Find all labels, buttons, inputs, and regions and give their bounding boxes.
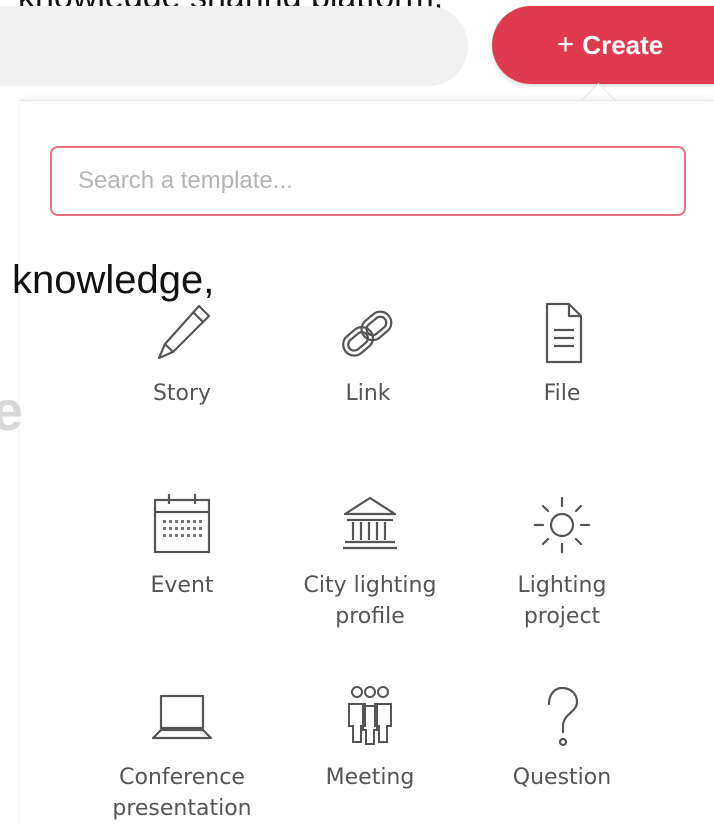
template-conference-presentation[interactable]: Conference presentation bbox=[92, 682, 272, 824]
template-link[interactable]: Link bbox=[278, 298, 458, 409]
page-faded-fragment: e bbox=[0, 379, 24, 442]
page-body-fragment: knowledge, bbox=[12, 258, 215, 302]
create-button-label: Create bbox=[582, 29, 664, 60]
template-label: Lighting project bbox=[517, 573, 607, 629]
sun-icon bbox=[533, 496, 591, 554]
template-lighting-project[interactable]: Lighting project bbox=[472, 490, 652, 632]
template-story[interactable]: Story bbox=[92, 298, 272, 409]
plus-icon: + bbox=[556, 28, 575, 61]
global-search-bar[interactable] bbox=[0, 6, 468, 86]
template-file[interactable]: File bbox=[472, 298, 652, 409]
template-label: File bbox=[543, 381, 581, 406]
chain-link-icon bbox=[342, 310, 393, 357]
document-icon bbox=[545, 302, 583, 364]
template-label: Event bbox=[150, 573, 214, 598]
template-label: Question bbox=[512, 765, 612, 790]
question-mark-icon bbox=[547, 686, 579, 747]
template-label: City lighting profile bbox=[303, 573, 437, 629]
template-meeting[interactable]: Meeting bbox=[280, 682, 460, 793]
calendar-icon bbox=[153, 494, 211, 554]
laptop-icon bbox=[151, 694, 213, 740]
government-building-icon bbox=[343, 496, 397, 550]
template-label: Story bbox=[152, 381, 212, 406]
template-event[interactable]: Event bbox=[92, 490, 272, 601]
create-button[interactable]: + Create bbox=[492, 6, 714, 84]
people-group-icon bbox=[348, 686, 392, 745]
template-label: Link bbox=[345, 381, 391, 406]
pencil-icon bbox=[157, 304, 211, 360]
template-search-input[interactable] bbox=[50, 146, 686, 216]
template-question[interactable]: Question bbox=[472, 682, 652, 793]
template-city-lighting-profile[interactable]: City lighting profile bbox=[280, 490, 460, 632]
template-label: Conference presentation bbox=[112, 765, 252, 821]
template-label: Meeting bbox=[325, 765, 415, 790]
